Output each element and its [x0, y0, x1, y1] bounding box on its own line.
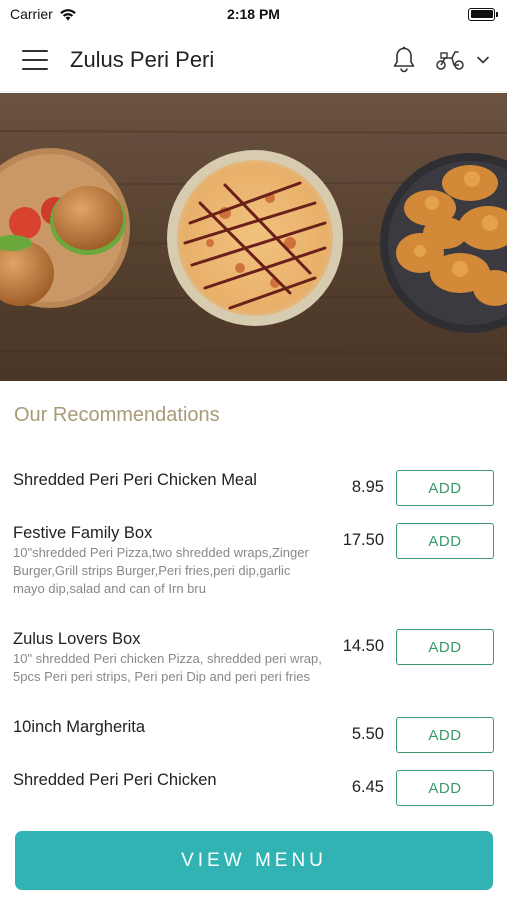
view-menu-button[interactable]: VIEW MENU — [15, 831, 493, 890]
item-name: Shredded Peri Peri Chicken — [13, 771, 217, 789]
item-text: Zulus Lovers Box 10" shredded Peri chick… — [13, 629, 323, 686]
item-name: Festive Family Box — [13, 524, 153, 542]
delivery-mode-button[interactable] — [435, 49, 489, 71]
section-title: Our Recommendations — [14, 404, 220, 426]
wifi-icon — [59, 8, 76, 20]
item-text: 10inch Margherita — [13, 717, 323, 737]
item-description: 10" shredded Peri chicken Pizza, shredde… — [13, 651, 322, 684]
carrier-label: Carrier — [10, 6, 53, 22]
scooter-icon — [436, 50, 464, 70]
list-item: 10inch Margherita 5.50 ADD — [0, 709, 507, 762]
add-button[interactable]: ADD — [396, 770, 494, 806]
item-text: Shredded Peri Peri Chicken — [13, 770, 323, 790]
item-price: 14.50 — [342, 637, 384, 655]
recommendations-list: Shredded Peri Peri Chicken Meal 8.95 ADD… — [0, 462, 507, 815]
item-price: 17.50 — [342, 531, 384, 549]
item-text: Shredded Peri Peri Chicken Meal — [13, 470, 323, 490]
item-name: Shredded Peri Peri Chicken Meal — [13, 471, 257, 489]
item-price: 6.45 — [351, 778, 384, 796]
battery-icon — [468, 7, 498, 21]
notifications-button[interactable] — [391, 46, 417, 74]
item-name: 10inch Margherita — [13, 718, 146, 736]
item-description: 10"shredded Peri Pizza,two shredded wrap… — [13, 545, 309, 596]
list-item: Festive Family Box 10"shredded Peri Pizz… — [0, 515, 507, 621]
list-item: Shredded Peri Peri Chicken Meal 8.95 ADD — [0, 462, 507, 515]
add-button[interactable]: ADD — [396, 629, 494, 665]
appbar-actions — [391, 46, 489, 74]
add-button[interactable]: ADD — [396, 523, 494, 559]
status-left: Carrier — [10, 6, 77, 22]
chevron-down-icon — [477, 56, 489, 63]
item-price: 8.95 — [351, 478, 384, 496]
list-item: Zulus Lovers Box 10" shredded Peri chick… — [0, 621, 507, 709]
item-name: Zulus Lovers Box — [13, 630, 141, 648]
add-button[interactable]: ADD — [396, 717, 494, 753]
app-title: Zulus Peri Peri — [70, 46, 215, 72]
item-price: 5.50 — [351, 725, 384, 743]
menu-icon[interactable] — [22, 49, 48, 70]
app-bar: Zulus Peri Peri — [0, 28, 507, 92]
add-button[interactable]: ADD — [396, 470, 494, 506]
hero-banner — [0, 93, 507, 381]
item-text: Festive Family Box 10"shredded Peri Pizz… — [13, 523, 323, 598]
food-banner-image — [0, 93, 507, 381]
status-bar: Carrier 2:18 PM — [0, 0, 507, 28]
bell-icon — [393, 46, 415, 72]
list-item: Shredded Peri Peri Chicken 6.45 ADD — [0, 762, 507, 815]
